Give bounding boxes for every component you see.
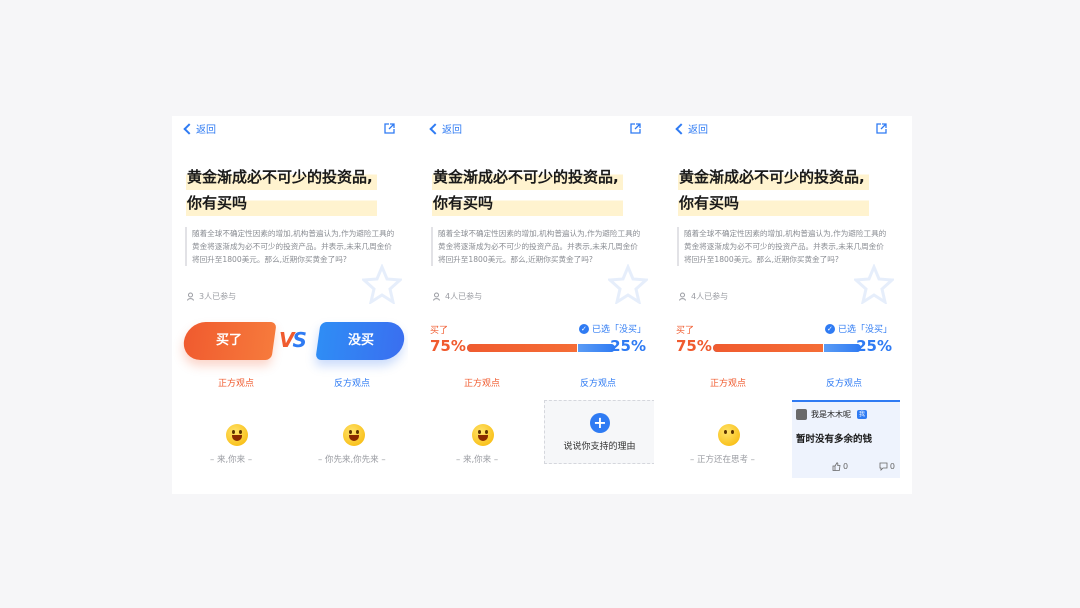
chevron-left-icon <box>429 122 441 135</box>
thumbs-up-icon <box>832 462 841 471</box>
buy-button-label: 买了 <box>215 333 242 348</box>
buy-percentage: 75% <box>676 337 712 355</box>
participants-count: 3人已参与 <box>187 291 236 302</box>
self-badge: 我 <box>857 410 868 419</box>
title-line-1: 黄金渐成必不可少的投资品, <box>432 164 623 190</box>
back-button[interactable]: 返回 <box>182 121 216 136</box>
top-bar: 返回 <box>182 121 400 139</box>
con-side-label[interactable]: 反方观点 <box>334 376 370 389</box>
result-bar-buy <box>713 344 824 352</box>
back-label: 返回 <box>688 125 708 136</box>
description: 随着全球不确定性因素的增加,机构普遍认为,作为避险工具的黄金将逐渐成为必不可少的… <box>431 227 643 266</box>
like-count: 0 <box>843 462 849 471</box>
vs-s: S <box>292 328 306 352</box>
result-bar-buy <box>467 344 578 352</box>
back-button[interactable]: 返回 <box>428 121 462 136</box>
laughing-emoji-icon <box>343 424 365 446</box>
top-bar: 返回 <box>428 121 646 139</box>
laughing-emoji-icon <box>472 424 494 446</box>
reply-button[interactable]: 0 <box>879 462 895 471</box>
participants-count: 4人已参与 <box>433 291 482 302</box>
like-button[interactable]: 0 <box>832 462 848 471</box>
pro-empty-caption: – 来,你来 – <box>456 455 499 465</box>
pro-side-label[interactable]: 正方观点 <box>218 376 254 389</box>
top-bar: 返回 <box>674 121 892 139</box>
not-buy-percentage: 25% <box>856 337 892 355</box>
check-icon: ✓ <box>578 323 589 334</box>
people-icon <box>433 292 440 301</box>
comment-text: 暂时没有多余的钱 <box>796 434 873 445</box>
people-icon <box>187 292 194 301</box>
pro-side-label[interactable]: 正方观点 <box>464 376 500 389</box>
con-side-label[interactable]: 反方观点 <box>580 376 616 389</box>
buy-result-label: 买了 <box>430 326 449 336</box>
selected-choice-label: 已选「没买」 <box>591 325 646 335</box>
page-title: 黄金渐成必不可少的投资品, 你有买吗 <box>186 164 377 216</box>
back-button[interactable]: 返回 <box>674 121 708 136</box>
title-line-2: 你有买吗 <box>678 190 869 216</box>
title-line-2: 你有买吗 <box>186 190 377 216</box>
comment-card[interactable]: 我是木木呢 我 暂时没有多余的钱 0 0 <box>792 400 900 478</box>
con-side-label[interactable]: 反方观点 <box>826 376 862 389</box>
page-title: 黄金渐成必不可少的投资品, 你有买吗 <box>678 164 869 216</box>
plus-icon: + <box>590 413 610 433</box>
add-reason-button[interactable]: + 说说你支持的理由 <box>544 400 654 464</box>
selected-choice: ✓ 已选「没买」 <box>824 322 892 335</box>
pro-empty-caption: – 正方还在思考 – <box>690 455 755 465</box>
title-line-1: 黄金渐成必不可少的投资品, <box>186 164 377 190</box>
panel-vote: 返回 黄金渐成必不可少的投资品, 你有买吗 随着全球不确定性因素的增加,机构普遍… <box>172 116 408 494</box>
con-empty-caption: – 你先来,你先来 – <box>318 455 386 465</box>
laughing-emoji-icon <box>226 424 248 446</box>
decorative-star-icon <box>608 264 648 304</box>
reply-count: 0 <box>889 462 895 471</box>
vs-badge: VS <box>279 328 307 352</box>
title-line-1: 黄金渐成必不可少的投资品, <box>678 164 869 190</box>
comment-author: 我是木木呢 <box>811 410 851 419</box>
avatar <box>796 409 807 420</box>
add-reason-label: 说说你支持的理由 <box>563 442 636 452</box>
selected-choice-label: 已选「没买」 <box>837 325 892 335</box>
share-icon[interactable] <box>383 122 396 135</box>
pro-empty-caption: – 来,你来 – <box>210 455 253 465</box>
participants-label: 4人已参与 <box>691 292 729 301</box>
not-buy-button-label: 没买 <box>347 333 374 348</box>
not-buy-percentage: 25% <box>610 337 646 355</box>
decorative-star-icon <box>362 264 402 304</box>
vs-v: V <box>279 328 295 352</box>
people-icon <box>679 292 686 301</box>
selected-choice: ✓ 已选「没买」 <box>578 322 646 335</box>
reply-icon <box>879 462 888 471</box>
pro-side-label[interactable]: 正方观点 <box>710 376 746 389</box>
decorative-star-icon <box>854 264 894 304</box>
participants-count: 4人已参与 <box>679 291 728 302</box>
share-icon[interactable] <box>629 122 642 135</box>
result-bar <box>467 344 615 352</box>
thinking-emoji-icon <box>718 424 740 446</box>
share-icon[interactable] <box>875 122 888 135</box>
buy-button[interactable]: 买了 <box>181 322 277 360</box>
back-label: 返回 <box>442 125 462 136</box>
panel-result: 返回 黄金渐成必不可少的投资品, 你有买吗 随着全球不确定性因素的增加,机构普遍… <box>418 116 654 494</box>
buy-result-label: 买了 <box>676 326 695 336</box>
back-label: 返回 <box>196 125 216 136</box>
result-bar <box>713 344 861 352</box>
not-buy-button[interactable]: 没买 <box>315 322 407 360</box>
title-line-2: 你有买吗 <box>432 190 623 216</box>
check-icon: ✓ <box>824 323 835 334</box>
chevron-left-icon <box>183 122 195 135</box>
buy-percentage: 75% <box>430 337 466 355</box>
chevron-left-icon <box>675 122 687 135</box>
description: 随着全球不确定性因素的增加,机构普遍认为,作为避险工具的黄金将逐渐成为必不可少的… <box>677 227 889 266</box>
participants-label: 4人已参与 <box>445 292 483 301</box>
page-title: 黄金渐成必不可少的投资品, 你有买吗 <box>432 164 623 216</box>
description: 随着全球不确定性因素的增加,机构普遍认为,作为避险工具的黄金将逐渐成为必不可少的… <box>185 227 397 266</box>
participants-label: 3人已参与 <box>199 292 237 301</box>
panel-commented: 返回 黄金渐成必不可少的投资品, 你有买吗 随着全球不确定性因素的增加,机构普遍… <box>664 116 900 494</box>
